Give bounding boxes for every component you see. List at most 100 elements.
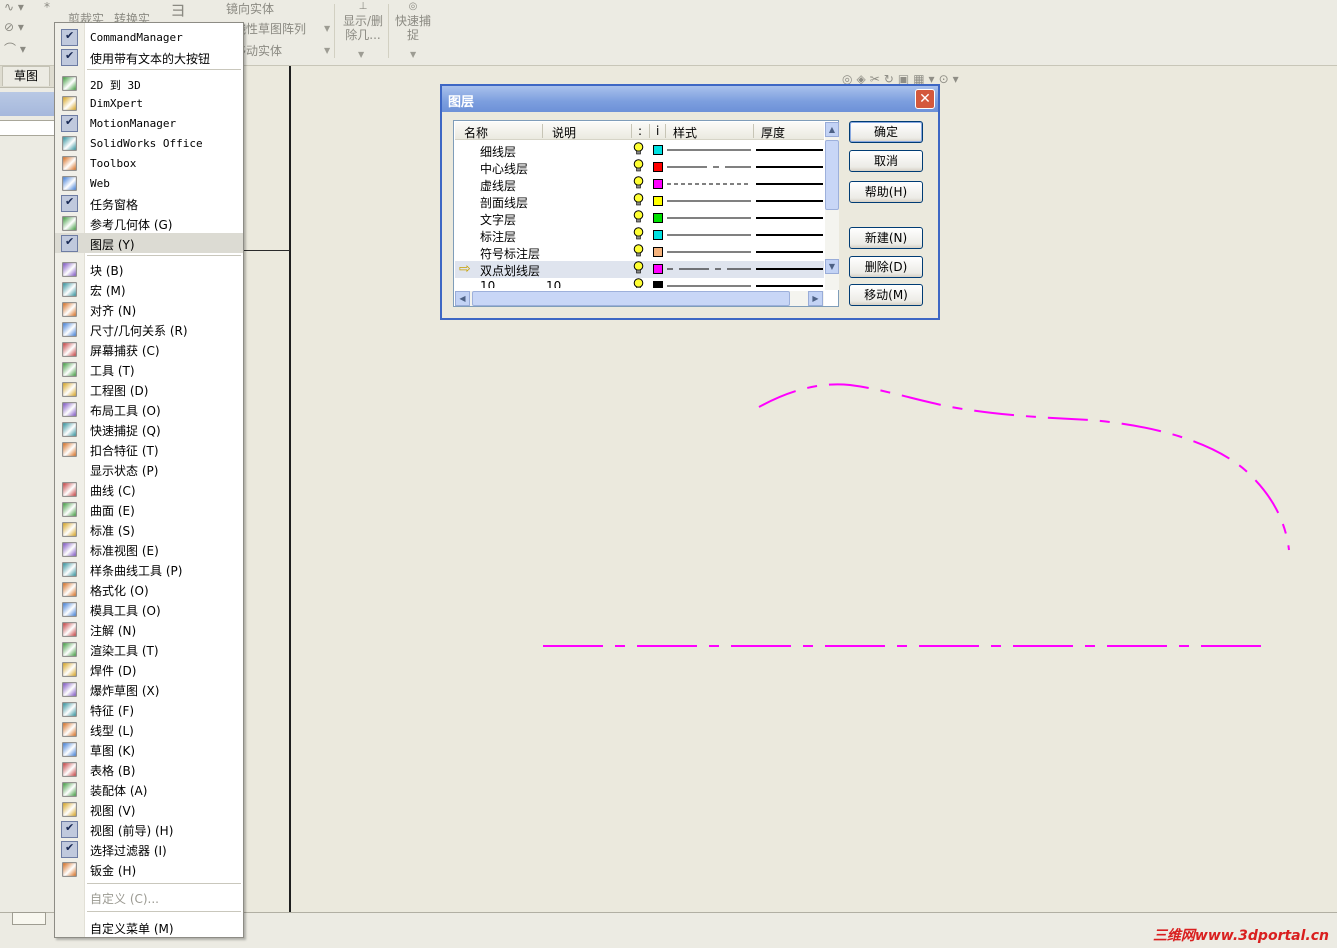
line-style-preview[interactable] — [667, 165, 751, 169]
menu-item[interactable]: 钣金 (H) — [55, 859, 243, 879]
layer-name[interactable]: 剖面线层 — [480, 194, 528, 211]
line-thickness-preview[interactable] — [756, 149, 823, 151]
line-style-preview[interactable] — [667, 199, 751, 203]
line-thickness-preview[interactable] — [756, 234, 823, 236]
layer-row[interactable]: 剖面线层 — [455, 193, 824, 210]
sheet-tab[interactable] — [12, 912, 46, 925]
linear-sketch-pattern-button[interactable]: 线性草图阵列 — [234, 20, 306, 37]
line-thickness-preview[interactable] — [756, 217, 823, 219]
scroll-down-icon[interactable]: ▼ — [825, 259, 839, 274]
layer-color-swatch[interactable] — [653, 264, 663, 274]
layer-name[interactable]: 双点划线层 — [480, 262, 540, 279]
cancel-button[interactable]: 取消 — [849, 150, 923, 172]
customize-menu-item[interactable]: 自定义 (C)... — [55, 887, 243, 907]
layer-color-swatch[interactable] — [653, 145, 663, 155]
scroll-up-icon[interactable]: ▲ — [825, 122, 839, 137]
menu-item[interactable]: 选择过滤器 (I) — [55, 839, 243, 859]
column-description[interactable]: 说明 — [552, 124, 576, 141]
layer-name[interactable]: 符号标注层 — [480, 245, 540, 262]
customize-menu-menu-item[interactable]: 自定义菜单 (M) — [55, 917, 243, 937]
lightbulb-icon[interactable] — [633, 244, 644, 257]
layer-color-swatch[interactable] — [653, 196, 663, 206]
layer-name[interactable]: 虚线层 — [480, 177, 516, 194]
layer-color-swatch[interactable] — [653, 230, 663, 240]
menu-item[interactable]: 爆炸草图 (X) — [55, 679, 243, 699]
menu-item[interactable]: 焊件 (D) — [55, 659, 243, 679]
menu-item[interactable]: 曲面 (E) — [55, 499, 243, 519]
layer-description[interactable]: 10 — [546, 279, 561, 288]
menu-item[interactable]: 快速捕捉 (Q) — [55, 419, 243, 439]
column-info[interactable]: i — [656, 124, 659, 138]
menu-item[interactable]: Web — [55, 173, 243, 193]
line-thickness-preview[interactable] — [756, 183, 823, 185]
layer-row[interactable]: 10 10 — [455, 278, 824, 288]
menu-item[interactable]: 参考几何体 (G) — [55, 213, 243, 233]
close-icon[interactable]: ✕ — [915, 89, 935, 109]
column-separator[interactable] — [631, 124, 632, 138]
line-thickness-preview[interactable] — [756, 200, 823, 202]
move-layer-button[interactable]: 移动(M) — [849, 284, 923, 306]
line-style-preview[interactable] — [667, 233, 751, 237]
relations-dropdown-icon[interactable]: ▼ — [358, 50, 364, 59]
pattern-dropdown-icon[interactable]: ▼ — [324, 24, 330, 33]
layer-color-swatch[interactable] — [653, 162, 663, 172]
menu-item[interactable]: 视图 (前导) (H) — [55, 819, 243, 839]
menu-item[interactable]: 线型 (L) — [55, 719, 243, 739]
menu-item[interactable]: SolidWorks Office — [55, 133, 243, 153]
menu-item[interactable]: 对齐 (N) — [55, 299, 243, 319]
delete-layer-button[interactable]: 删除(D) — [849, 256, 923, 278]
lightbulb-icon[interactable] — [633, 278, 644, 288]
menu-item[interactable]: 2D 到 3D — [55, 73, 243, 93]
menu-item[interactable]: 布局工具 (O) — [55, 399, 243, 419]
lightbulb-icon[interactable] — [633, 142, 644, 155]
menu-item[interactable]: 使用带有文本的大按钮 — [55, 47, 243, 67]
column-thickness[interactable]: 厚度 — [761, 124, 785, 141]
layer-color-swatch[interactable] — [653, 281, 663, 288]
vertical-scrollbar[interactable]: ▲ ▼ — [825, 122, 839, 290]
menu-item[interactable]: 标准视图 (E) — [55, 539, 243, 559]
menu-item[interactable]: 装配体 (A) — [55, 779, 243, 799]
column-separator[interactable] — [753, 124, 754, 138]
horizontal-scrollbar[interactable]: ◀ ▶ — [455, 291, 824, 306]
layer-row[interactable]: 中心线层 — [455, 159, 824, 176]
layer-list[interactable]: 名称 说明 : i 样式 厚度 ▲ ▼ ◀ ▶ 细线层 中心线层 虚线层 剖面线层 文字… — [453, 120, 839, 307]
menu-item[interactable]: 曲线 (C) — [55, 479, 243, 499]
layer-row[interactable]: 标注层 — [455, 227, 824, 244]
layer-row[interactable]: 符号标注层 — [455, 244, 824, 261]
sketch-point-icon[interactable]: * — [44, 0, 50, 14]
quick-snap-dropdown-icon[interactable]: ▼ — [410, 50, 416, 59]
line-thickness-preview[interactable] — [756, 251, 823, 253]
sketch-fillet-icon[interactable]: ⌒ ▾ — [4, 42, 26, 56]
column-separator[interactable] — [542, 124, 543, 138]
menu-item[interactable]: 视图 (V) — [55, 799, 243, 819]
new-layer-button[interactable]: 新建(N) — [849, 227, 923, 249]
ok-button[interactable]: 确定 — [849, 121, 923, 143]
menu-item[interactable]: 注解 (N) — [55, 619, 243, 639]
scroll-right-icon[interactable]: ▶ — [808, 291, 823, 306]
column-separator[interactable] — [649, 124, 650, 138]
quick-snaps-button[interactable]: ◎ 快速捕 捉 — [392, 0, 434, 42]
menu-item[interactable]: 模具工具 (O) — [55, 599, 243, 619]
menu-item[interactable]: 特征 (F) — [55, 699, 243, 719]
dialog-title-bar[interactable]: 图层 ✕ — [442, 86, 938, 112]
line-style-preview[interactable] — [667, 148, 751, 152]
layer-name[interactable]: 文字层 — [480, 211, 516, 228]
menu-item[interactable]: Toolbox — [55, 153, 243, 173]
horizontal-scroll-thumb[interactable] — [472, 291, 790, 306]
menu-item[interactable]: 草图 (K) — [55, 739, 243, 759]
show-delete-relations-button[interactable]: ⊥ 显示/删 除几... — [340, 0, 386, 42]
menu-item[interactable]: 渲染工具 (T) — [55, 639, 243, 659]
menu-item[interactable]: 块 (B) — [55, 259, 243, 279]
menu-item[interactable]: 尺寸/几何关系 (R) — [55, 319, 243, 339]
feature-manager-pane[interactable] — [0, 88, 54, 913]
column-style[interactable]: 样式 — [673, 124, 697, 141]
line-style-preview[interactable] — [667, 284, 751, 288]
line-style-preview[interactable] — [667, 182, 751, 186]
line-thickness-preview[interactable] — [756, 285, 823, 287]
column-separator[interactable] — [665, 124, 666, 138]
menu-item[interactable]: 显示状态 (P) — [55, 459, 243, 479]
menu-item[interactable]: CommandManager — [55, 27, 243, 47]
lightbulb-icon[interactable] — [633, 261, 644, 274]
mirror-entities-button[interactable]: 镜向实体 — [226, 0, 274, 17]
menu-item[interactable]: 宏 (M) — [55, 279, 243, 299]
